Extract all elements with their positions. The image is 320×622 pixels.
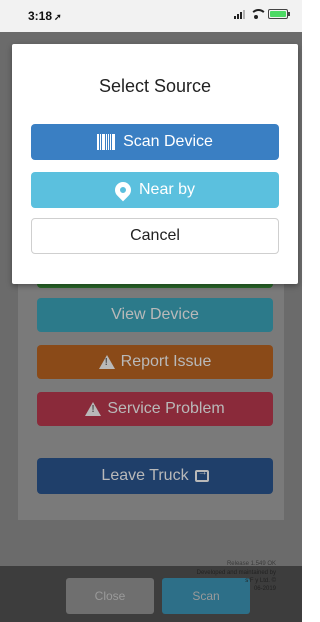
cancel-label: Cancel <box>130 227 180 244</box>
years-text: 06-2019 <box>253 586 276 592</box>
view-device-button[interactable]: View Device <box>37 298 273 332</box>
status-icons <box>234 9 290 19</box>
modal-title: Select Source <box>98 76 212 96</box>
exit-icon <box>194 467 209 482</box>
service-problem-label: Service Problem <box>107 400 225 417</box>
leave-truck-button[interactable]: Leave Truck <box>37 458 273 494</box>
view-device-label: View Device <box>111 306 199 323</box>
status-bar: 3:18 ➚ <box>0 0 302 32</box>
report-issue-label: Report Issue <box>120 353 212 370</box>
close-button[interactable]: Close <box>66 578 154 614</box>
near-by-button[interactable]: Near by <box>31 172 279 208</box>
scan-device-label: Scan Device <box>123 133 213 150</box>
signal-icon <box>234 9 245 19</box>
clock-text: 3:18 <box>28 9 53 23</box>
developed-by-text: Developed and maintained by <box>196 570 276 576</box>
near-by-label: Near by <box>138 181 196 198</box>
service-problem-button[interactable]: Service Problem <box>37 392 273 426</box>
location-pin-icon <box>111 178 135 202</box>
company-text: s F y Ltd. © <box>245 578 276 584</box>
warning-icon <box>98 355 115 369</box>
warning-icon <box>85 402 102 416</box>
scan-device-button[interactable]: Scan Device <box>31 124 279 160</box>
cancel-button[interactable]: Cancel <box>31 218 279 254</box>
status-time: 3:18 ➚ <box>28 9 62 23</box>
barcode-icon <box>97 134 116 150</box>
wifi-icon <box>250 9 267 19</box>
battery-icon <box>268 9 290 19</box>
report-issue-button[interactable]: Report Issue <box>37 345 273 379</box>
close-label: Close <box>94 589 126 603</box>
location-arrow-icon: ➚ <box>54 12 62 22</box>
leave-truck-label: Leave Truck <box>101 467 189 484</box>
select-source-modal: Select Source Scan Device Near by Cancel <box>12 44 298 284</box>
